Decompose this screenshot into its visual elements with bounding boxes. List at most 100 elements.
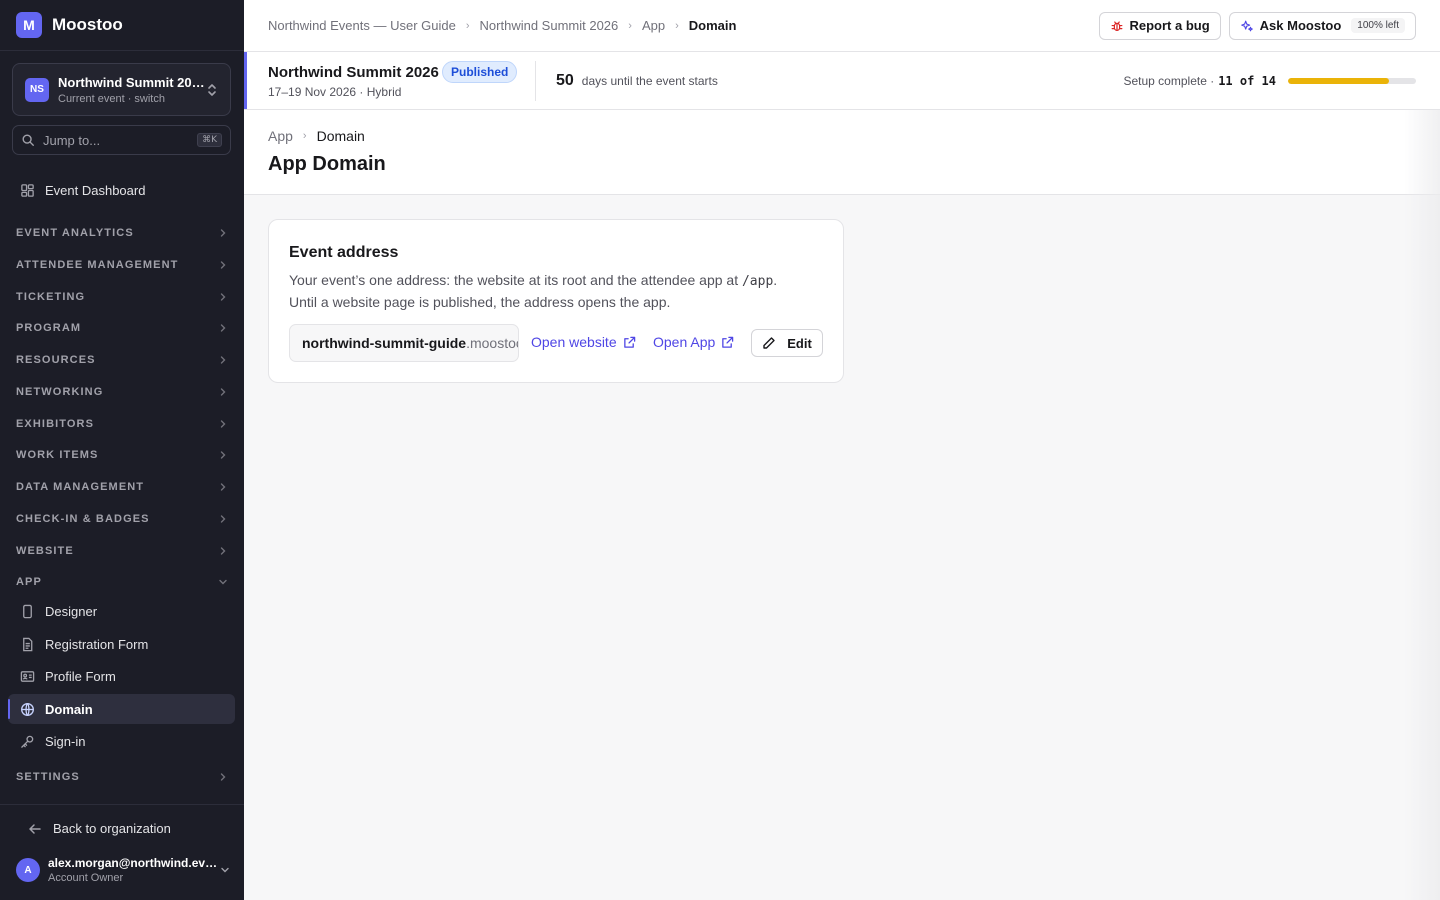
document-icon xyxy=(23,637,33,651)
sidebar: M Moostoo NS Northwind Summit 2026 Curre… xyxy=(0,0,244,900)
sidebar-section-website[interactable]: WEBSITE xyxy=(16,541,228,561)
section-label: WEBSITE xyxy=(16,545,74,557)
setup-progress[interactable]: Setup complete · 11 of 14 xyxy=(1123,74,1416,88)
breadcrumb-item[interactable]: Northwind Summit 2026 xyxy=(480,18,619,33)
jump-to-search[interactable]: Jump to... ⌘K xyxy=(12,125,231,155)
event-avatar: NS xyxy=(25,77,49,102)
sidebar-item-registration-form[interactable]: Registration Form xyxy=(8,629,235,659)
sidebar-item-event-dashboard[interactable]: Event Dashboard xyxy=(8,175,235,205)
sidebar-section-program[interactable]: PROGRAM xyxy=(16,318,228,338)
external-link-icon xyxy=(623,336,635,348)
scroll-shadow xyxy=(1404,110,1440,900)
chevron-down-icon xyxy=(219,579,227,585)
section-label: EXHIBITORS xyxy=(16,418,95,430)
open-app-label: Open App xyxy=(653,334,716,350)
edit-domain-button[interactable]: Edit xyxy=(751,329,823,357)
section-label: ATTENDEE MANAGEMENT xyxy=(16,259,179,271)
sidebar-item-label: Domain xyxy=(45,701,93,717)
jump-to-placeholder: Jump to... xyxy=(43,132,101,148)
pencil-icon xyxy=(763,337,775,349)
sparkles-icon xyxy=(1240,20,1253,31)
open-app-link[interactable]: Open App xyxy=(653,334,734,350)
breadcrumb-item[interactable]: App xyxy=(268,128,293,144)
chevron-right-icon: › xyxy=(465,19,470,32)
sidebar-section-check-in-and-badges[interactable]: CHECK-IN & BADGES xyxy=(16,509,228,529)
chevron-right-icon xyxy=(220,388,226,396)
sidebar-section-work-items[interactable]: WORK ITEMS xyxy=(16,445,228,465)
open-website-link[interactable]: Open website xyxy=(531,334,636,350)
chevron-right-icon xyxy=(220,515,226,523)
setup-label: Setup complete · xyxy=(1123,74,1215,88)
chevron-right-icon xyxy=(220,547,226,555)
chevron-right-icon xyxy=(220,483,226,491)
section-label: WORK ITEMS xyxy=(16,449,99,461)
section-label: PROGRAM xyxy=(16,322,82,334)
ask-assistant-button[interactable]: Ask Moostoo 100% left xyxy=(1228,11,1416,40)
event-address-card: Event address Your event’s one address: … xyxy=(268,219,844,383)
sidebar-item-designer[interactable]: Designer xyxy=(8,596,235,626)
sidebar-item-label: Registration Form xyxy=(45,636,149,652)
breadcrumb-current: Domain xyxy=(316,128,365,144)
section-label: EVENT ANALYTICS xyxy=(16,227,134,239)
sidebar-section-ticketing[interactable]: TICKETING xyxy=(16,287,228,307)
sidebar-section-exhibitors[interactable]: EXHIBITORS xyxy=(16,414,228,434)
sidebar-item-label: Designer xyxy=(45,603,98,619)
chevrons-up-down-icon xyxy=(208,83,216,96)
brand[interactable]: M Moostoo xyxy=(0,0,244,51)
chevron-right-icon: › xyxy=(675,19,679,32)
user-menu[interactable]: A alex.morgan@northwind.events Account O… xyxy=(16,856,230,884)
sidebar-item-domain[interactable]: Domain xyxy=(8,694,235,724)
event-countdown: 50 days until the event starts xyxy=(556,72,718,90)
section-label: RESOURCES xyxy=(16,354,96,366)
section-label: TICKETING xyxy=(16,291,86,303)
sidebar-section-resources[interactable]: RESOURCES xyxy=(16,350,228,370)
section-label: CHECK-IN & BADGES xyxy=(16,513,150,525)
description-text: Until a website page is published, the a… xyxy=(289,294,671,310)
shortcut-hint: ⌘K xyxy=(197,133,222,147)
sidebar-section-data-management[interactable]: DATA MANAGEMENT xyxy=(16,477,228,497)
back-to-organization-link[interactable]: Back to organization xyxy=(28,821,171,836)
user-email: alex.morgan@northwind.events xyxy=(48,856,220,870)
phone-icon xyxy=(23,604,32,618)
section-label: DATA MANAGEMENT xyxy=(16,481,145,493)
user-role: Account Owner xyxy=(48,872,124,884)
domain-field[interactable]: northwind-summit-guide.moostoo.app xyxy=(289,324,519,362)
breadcrumb-item[interactable]: App xyxy=(642,18,665,33)
event-switcher-subtitle: Current event · switch xyxy=(58,92,165,105)
card-description: Your event’s one address: the website at… xyxy=(289,270,819,312)
card-title: Event address xyxy=(289,244,399,261)
breadcrumb-current: Domain xyxy=(688,18,737,33)
open-website-label: Open website xyxy=(531,334,617,350)
search-icon xyxy=(22,134,34,146)
ask-assistant-label: Ask Moostoo xyxy=(1259,18,1342,33)
sidebar-item-profile-form[interactable]: Profile Form xyxy=(8,661,235,691)
event-name: Northwind Summit 2026 xyxy=(268,64,439,81)
top-bar: Northwind Events — User Guide › Northwin… xyxy=(244,0,1440,52)
setup-progress-fill xyxy=(1288,78,1390,84)
setup-progress-bar xyxy=(1288,78,1416,84)
sidebar-item-sign-in[interactable]: Sign-in xyxy=(8,726,235,756)
breadcrumb-item[interactable]: Northwind Events — User Guide xyxy=(268,18,456,33)
usage-remaining-badge: 100% left xyxy=(1351,18,1405,33)
report-bug-label: Report a bug xyxy=(1129,18,1210,33)
report-bug-button[interactable]: Report a bug xyxy=(1098,11,1221,40)
sidebar-section-networking[interactable]: NETWORKING xyxy=(16,382,228,402)
event-switcher[interactable]: NS Northwind Summit 2026 Current event ·… xyxy=(12,63,231,116)
chevron-right-icon xyxy=(220,324,226,332)
sidebar-section-app[interactable]: APP xyxy=(16,572,228,592)
sidebar-item-label: Sign-in xyxy=(45,733,86,749)
event-switcher-name: Northwind Summit 2026 xyxy=(58,74,206,90)
sidebar-item-label: Profile Form xyxy=(45,668,116,684)
divider xyxy=(535,61,536,101)
key-icon xyxy=(21,735,34,748)
chevron-right-icon xyxy=(220,293,226,301)
event-dates: 17–19 Nov 2026 · Hybrid xyxy=(268,85,402,99)
sidebar-section-event-analytics[interactable]: EVENT ANALYTICS xyxy=(16,223,228,243)
app-path: /app xyxy=(741,274,774,289)
arrow-left-icon xyxy=(29,823,41,834)
sidebar-section-attendee-management[interactable]: ATTENDEE MANAGEMENT xyxy=(16,255,228,275)
page-header: App › Domain App Domain xyxy=(244,110,1440,195)
description-text: Your event’s one address: the website at… xyxy=(289,272,742,288)
sidebar-section-settings[interactable]: SETTINGS xyxy=(16,767,228,787)
brand-name: Moostoo xyxy=(52,15,123,34)
